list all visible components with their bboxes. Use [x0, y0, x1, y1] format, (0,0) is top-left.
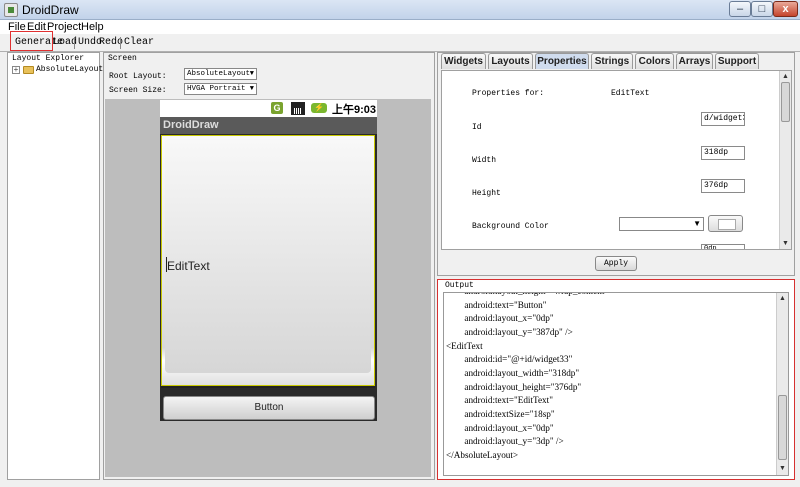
output-line: android:id="@+id/widget33" — [446, 354, 573, 365]
screen-panel-title: Screen — [108, 54, 137, 63]
tree-node-absolutelayout[interactable]: AbsoluteLayout — [36, 65, 103, 74]
tree-expand-icon[interactable]: + — [12, 66, 20, 74]
root-layout-label: Root Layout: — [109, 72, 167, 81]
edittext-background — [165, 139, 371, 373]
layout-explorer-title: Layout Explorer — [12, 54, 85, 63]
root-layout-value: AbsoluteLayout — [187, 70, 251, 78]
menu-help[interactable]: Help — [81, 21, 104, 33]
width-field[interactable]: 318dp — [701, 146, 745, 160]
output-line: android:text="EditText" — [446, 395, 553, 406]
scroll-up-icon[interactable]: ▲ — [781, 72, 790, 81]
id-field[interactable]: d/widget33 — [701, 112, 745, 126]
output-xml-text: android:layout_height="wrap_content" and… — [446, 293, 608, 463]
properties-panel: Widgets Layouts Properties Strings Color… — [437, 52, 795, 276]
output-line: android:layout_y="387dp" /> — [446, 326, 573, 337]
output-line: android:layout_y="3dp" /> — [446, 436, 564, 447]
screen-panel: Screen Root Layout: AbsoluteLayout ▼ Scr… — [103, 52, 435, 480]
close-button[interactable]: x — [773, 1, 798, 17]
scroll-thumb[interactable] — [781, 82, 790, 122]
tab-colors[interactable]: Colors — [635, 53, 674, 69]
output-line: <EditText — [446, 340, 483, 351]
apply-button[interactable]: Apply — [595, 256, 637, 271]
height-label: Height — [472, 189, 501, 198]
output-line: android:text="Button" — [446, 299, 547, 310]
color-picker-button[interactable] — [708, 215, 743, 232]
toolbar-separator — [74, 37, 75, 49]
generate-highlight-box — [10, 31, 53, 51]
output-line: android:layout_x="0dp" — [446, 313, 554, 324]
screen-size-value: HVGA Portrait — [187, 85, 246, 93]
output-line: android:layout_height="wrap_content" — [446, 293, 608, 299]
output-line: android:layout_width="318dp" — [446, 367, 580, 378]
app-icon — [4, 3, 18, 17]
chevron-down-icon: ▼ — [693, 219, 701, 228]
scroll-thumb[interactable] — [778, 395, 787, 460]
background-color-select[interactable]: ▼ — [619, 217, 704, 231]
scroll-down-icon[interactable]: ▼ — [778, 464, 787, 473]
output-line: android:textSize="18sp" — [446, 408, 555, 419]
root-layout-select[interactable]: AbsoluteLayout ▼ — [184, 68, 257, 80]
properties-for-label: Properties for: — [472, 89, 545, 98]
output-scrollbar[interactable]: ▲ ▼ — [776, 293, 788, 475]
device-app-title: DroidDraw — [163, 119, 219, 131]
output-line: android:layout_x="0dp" — [446, 422, 554, 433]
id-label: Id — [472, 123, 482, 132]
tab-widgets[interactable]: Widgets — [441, 53, 486, 69]
clear-button[interactable]: Clear — [124, 37, 154, 48]
tab-support[interactable]: Support — [715, 53, 759, 69]
scroll-up-icon[interactable]: ▲ — [778, 294, 787, 303]
width-label: Width — [472, 156, 497, 165]
tab-arrays[interactable]: Arrays — [676, 53, 713, 69]
height-field[interactable]: 376dp — [701, 179, 745, 193]
properties-content: Properties for: EditText Id d/widget33 W… — [441, 70, 792, 250]
properties-for-value: EditText — [611, 89, 650, 98]
toolbar-separator — [120, 37, 121, 49]
device-status-bar: G ⚡ 上午9:03 — [160, 100, 377, 117]
minimize-button[interactable]: – — [729, 1, 751, 17]
output-textarea[interactable]: android:layout_height="wrap_content" and… — [443, 292, 789, 476]
tab-strings[interactable]: Strings — [591, 53, 633, 69]
menu-bar: File Edit Project Help — [0, 20, 800, 34]
output-title: Output — [445, 281, 474, 290]
scroll-down-icon[interactable]: ▼ — [781, 239, 790, 248]
partial-field[interactable]: 0dp — [701, 244, 745, 249]
edittext-widget[interactable]: EditText — [161, 135, 375, 386]
output-line: </AbsoluteLayout> — [446, 449, 519, 460]
chevron-down-icon: ▼ — [249, 85, 254, 93]
device-button-widget[interactable]: Button — [163, 396, 375, 420]
window-title-bar: DroidDraw – □ x — [0, 0, 800, 20]
output-line: android:layout_height="376dp" — [446, 381, 582, 392]
screen-size-label: Screen Size: — [109, 86, 167, 95]
folder-icon — [23, 66, 34, 74]
screen-size-select[interactable]: HVGA Portrait ▼ — [184, 83, 257, 95]
toolbar: Generate Load Undo Redo Clear — [0, 34, 800, 52]
output-panel: Output android:layout_height="wrap_conte… — [437, 279, 795, 480]
window-title: DroidDraw — [22, 3, 79, 17]
chevron-down-icon: ▼ — [249, 70, 254, 78]
maximize-button[interactable]: □ — [751, 1, 773, 17]
status-time: 上午9:03 — [332, 104, 377, 116]
signal-icon — [291, 102, 305, 115]
tab-properties[interactable]: Properties — [535, 53, 589, 69]
edittext-text: EditText — [167, 259, 210, 273]
device-app-title-bar: DroidDraw — [160, 117, 377, 134]
layout-explorer-panel: Layout Explorer + AbsoluteLayout — [7, 52, 103, 480]
tab-layouts[interactable]: Layouts — [488, 53, 533, 69]
properties-scrollbar[interactable]: ▲ ▼ — [779, 71, 791, 249]
network-g-icon: G — [271, 102, 283, 114]
battery-icon: ⚡ — [311, 103, 327, 113]
device-canvas[interactable]: G ⚡ 上午9:03 DroidDraw EditText Button — [105, 99, 431, 477]
edittext-shadow — [161, 386, 375, 388]
background-color-label: Background Color — [472, 222, 549, 231]
